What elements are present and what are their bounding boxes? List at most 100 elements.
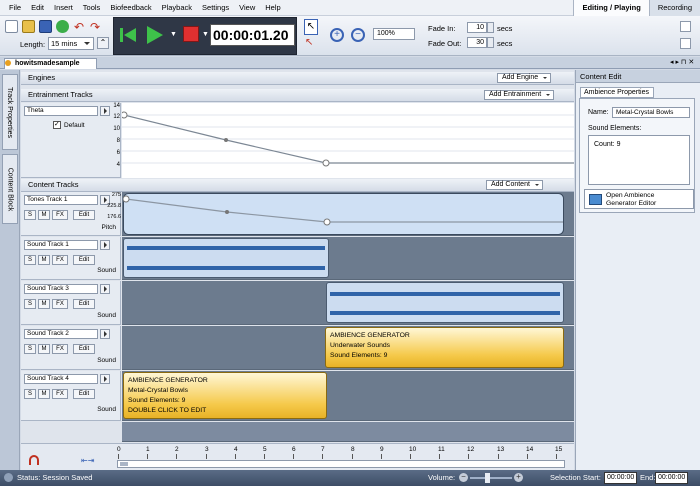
solo-button[interactable]: S <box>24 344 36 354</box>
menu-biofeedback[interactable]: Biofeedback <box>110 3 151 12</box>
solo-button[interactable]: S <box>24 299 36 309</box>
solo-button[interactable]: S <box>24 210 36 220</box>
fit-icon[interactable]: ⇤⇥ <box>81 456 94 465</box>
record-stop-icon[interactable] <box>183 26 199 42</box>
select-tool-icon[interactable]: ↖ <box>305 37 313 48</box>
tones-track-name[interactable]: Tones Track 1 <box>24 195 98 205</box>
mute-button[interactable]: M <box>38 210 50 220</box>
zoom-in-icon[interactable]: + <box>330 28 344 42</box>
add-icon[interactable] <box>56 20 69 33</box>
mute-button[interactable]: M <box>38 299 50 309</box>
volume-slider[interactable]: − + <box>459 473 523 483</box>
menu-help[interactable]: Help <box>265 3 280 12</box>
default-checkbox[interactable]: ✓ <box>53 121 61 129</box>
add-engine-button[interactable]: Add Engine <box>497 73 552 83</box>
entrainment-track-name[interactable]: Theta <box>24 106 98 116</box>
fade-out-input[interactable]: 30 <box>467 37 487 48</box>
ambience-block[interactable]: AMBIENCE GENERATOR Underwater Sounds Sou… <box>325 327 564 368</box>
solo-button[interactable]: S <box>24 389 36 399</box>
fade-in-input[interactable]: 10 <box>467 22 487 33</box>
fx-button[interactable]: FX <box>52 344 68 354</box>
zoom-out-icon[interactable]: − <box>351 28 365 42</box>
track-footer[interactable]: Sound <box>97 312 116 319</box>
sound-track-4-name[interactable]: Sound Track 4 <box>24 374 98 384</box>
length-select[interactable]: 15 mins <box>48 37 94 50</box>
fx-button[interactable]: FX <box>52 210 68 220</box>
length-up-icon[interactable]: ⌃ <box>97 37 109 49</box>
play-options-icon[interactable]: ▼ <box>170 31 177 38</box>
tones-clip[interactable] <box>123 193 564 235</box>
audio-clip[interactable] <box>326 282 564 323</box>
menu-settings[interactable]: Settings <box>202 3 229 12</box>
fx-button[interactable]: FX <box>52 255 68 265</box>
save-icon[interactable] <box>39 20 52 33</box>
edit-button[interactable]: Edit <box>73 210 95 220</box>
sound-elements-list[interactable]: Count: 9 <box>588 135 690 185</box>
mute-button[interactable]: M <box>38 344 50 354</box>
name-field[interactable]: Metal-Crystal Bowls <box>612 107 690 118</box>
tab-content-block[interactable]: Content Block <box>2 154 18 224</box>
volume-thumb[interactable] <box>485 473 490 483</box>
track-footer[interactable]: Sound <box>97 357 116 364</box>
skip-start-icon[interactable] <box>118 26 138 44</box>
sound-track-3-name[interactable]: Sound Track 3 <box>24 284 98 294</box>
edit-button[interactable]: Edit <box>73 389 95 399</box>
mute-button[interactable]: M <box>38 389 50 399</box>
sound-track-2-name[interactable]: Sound Track 2 <box>24 329 98 339</box>
menu-tools[interactable]: Tools <box>83 3 101 12</box>
mute-button[interactable]: M <box>38 255 50 265</box>
redo-icon[interactable]: ↷ <box>90 20 100 34</box>
fade-out-spinner[interactable] <box>487 37 494 48</box>
tab-recording[interactable]: Recording <box>648 0 700 16</box>
tab-nav-icon[interactable]: ◂ ▸ ⊓ ✕ <box>670 58 694 66</box>
menu-edit[interactable]: Edit <box>31 3 44 12</box>
ambience-block[interactable]: AMBIENCE GENERATOR Metal-Crystal Bowls S… <box>123 372 327 419</box>
zoom-select[interactable]: 100% <box>373 28 415 40</box>
add-entrainment-button[interactable]: Add Entrainment <box>484 90 555 100</box>
menu-file[interactable]: File <box>9 3 21 12</box>
track-menu-icon[interactable] <box>100 240 110 250</box>
selection-end-field[interactable]: 00:00:00 <box>655 472 689 484</box>
fade-in-spinner[interactable] <box>487 22 494 33</box>
record-options-icon[interactable]: ▼ <box>202 31 209 38</box>
fx-button[interactable]: FX <box>52 299 68 309</box>
open-folder-icon[interactable] <box>22 20 35 33</box>
track-menu-icon[interactable] <box>100 374 110 384</box>
track-menu-icon[interactable] <box>100 329 110 339</box>
scroll-thumb[interactable] <box>120 462 128 466</box>
open-ambience-editor-button[interactable]: Open Ambience Generator Editor <box>584 189 694 209</box>
add-content-button[interactable]: Add Content <box>486 180 543 190</box>
pointer-tool-icon[interactable]: ↖ <box>304 19 318 35</box>
edit-button[interactable]: Edit <box>73 255 95 265</box>
audio-clip[interactable] <box>123 238 329 278</box>
magnet-icon[interactable] <box>29 455 39 465</box>
window-icon-a[interactable] <box>680 21 691 32</box>
track-footer[interactable]: Sound <box>97 406 116 413</box>
tab-ambience-properties[interactable]: Ambience Properties <box>580 87 654 98</box>
h-scrollbar[interactable] <box>117 460 565 468</box>
track-footer[interactable]: Sound <box>97 267 116 274</box>
volume-up-icon[interactable]: + <box>514 473 523 482</box>
play-icon[interactable] <box>145 24 165 46</box>
entrainment-graph[interactable] <box>122 103 574 178</box>
selection-start-field[interactable]: 00:00:00 <box>604 472 638 484</box>
sound-track-1-name[interactable]: Sound Track 1 <box>24 240 98 250</box>
edit-button[interactable]: Edit <box>73 344 95 354</box>
tab-editing-playing[interactable]: Editing / Playing <box>573 0 649 16</box>
window-icon-b[interactable] <box>680 38 691 49</box>
track-footer[interactable]: Pitch <box>102 224 116 231</box>
menu-view[interactable]: View <box>239 3 255 12</box>
time-ruler[interactable]: 0 1 2 3 4 5 6 7 8 9 10 11 12 13 14 15 <box>117 446 565 460</box>
track-menu-icon[interactable] <box>100 284 110 294</box>
volume-down-icon[interactable]: − <box>459 473 468 482</box>
document-tab[interactable]: howitsmadesample <box>4 58 97 69</box>
undo-icon[interactable]: ↶ <box>74 20 84 34</box>
menu-playback[interactable]: Playback <box>162 3 192 12</box>
content-edit-header: Content Edit <box>576 70 700 83</box>
solo-button[interactable]: S <box>24 255 36 265</box>
new-file-icon[interactable] <box>5 20 18 33</box>
menu-insert[interactable]: Insert <box>54 3 73 12</box>
tab-track-properties[interactable]: Track Properties <box>2 74 18 150</box>
fx-button[interactable]: FX <box>52 389 68 399</box>
edit-button[interactable]: Edit <box>73 299 95 309</box>
